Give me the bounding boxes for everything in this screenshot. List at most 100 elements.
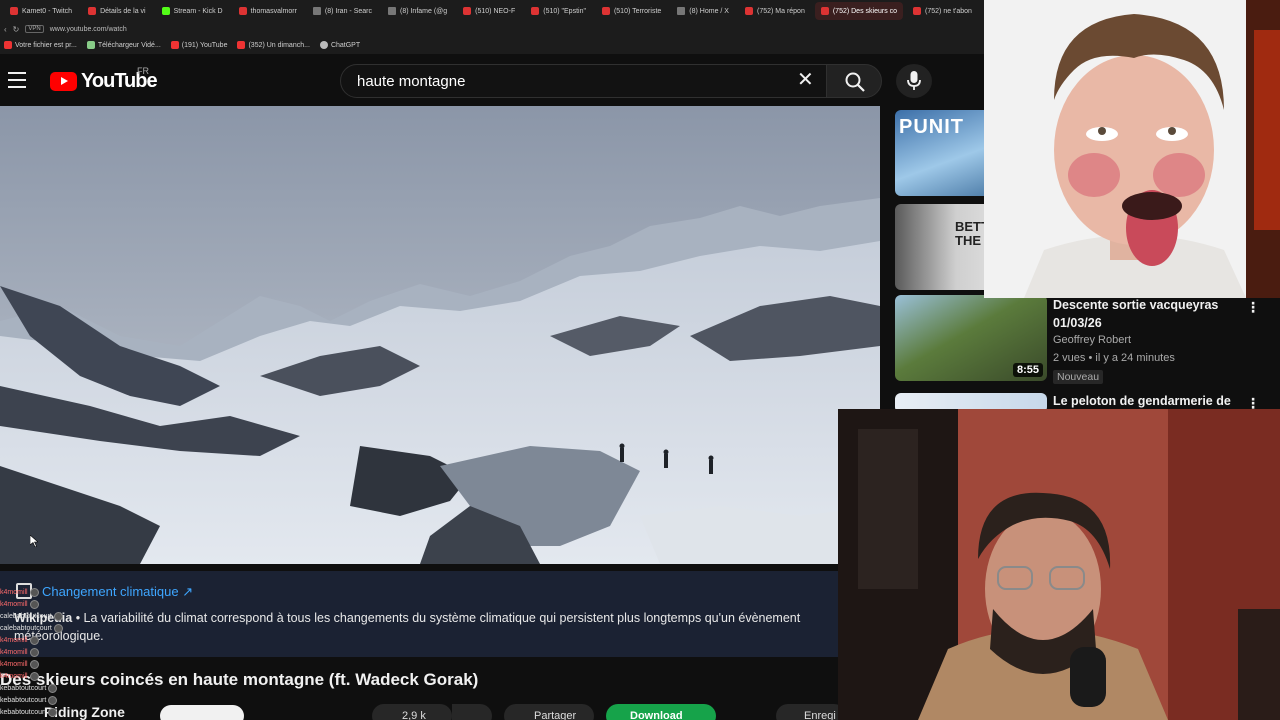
browser-tab[interactable]: (510) Terroriste	[596, 2, 667, 20]
country-code: FR	[137, 66, 149, 76]
chat-message: calebabtoutcourt	[0, 610, 72, 622]
browser-tab[interactable]: thomasvalmorr	[233, 2, 303, 20]
download-label: Download	[630, 710, 683, 720]
bookmark-label: (191) YouTube	[181, 41, 228, 49]
chat-message: kebabtoutcourt	[0, 706, 72, 718]
browser-address-bar[interactable]: ‹ ↻ VPN www.youtube.com/watch	[0, 22, 984, 36]
back-icon[interactable]: ‹	[4, 25, 7, 34]
search-icon	[845, 72, 865, 92]
browser-tab[interactable]: (8) Home / X	[671, 2, 735, 20]
video-duration: 8:55	[1012, 363, 1043, 377]
browser-tab-label: thomasvalmorr	[250, 7, 297, 15]
recommendation-channel[interactable]: Geoffrey Robert	[1053, 334, 1131, 346]
chat-username: k4momill	[0, 600, 28, 608]
chat-message: calebabtoutcourt	[0, 622, 72, 634]
clear-search-icon[interactable]: ✕	[797, 70, 814, 90]
avatar	[48, 695, 58, 705]
chat-username: calebabtoutcourt	[0, 612, 52, 620]
youtube-icon	[237, 41, 246, 49]
info-panel-body: • La variabilité du climat correspond à …	[14, 611, 801, 643]
browser-tab-label: Stream - Kick D	[173, 7, 223, 15]
bookmark-item[interactable]: Téléchargeur Vidé...	[86, 41, 161, 49]
browser-tab-label: (8) Iran - Searc	[324, 7, 372, 15]
browser-tab-label: (752) Ma répon	[756, 7, 805, 15]
browser-tab[interactable]: (752) Ma répon	[739, 2, 811, 20]
browser-tab[interactable]: (510) "Epstin"	[525, 2, 592, 20]
webcam-streamer	[838, 409, 1280, 720]
webcam-guest-frame	[984, 0, 1280, 298]
webcam-guest	[984, 0, 1280, 298]
youtube-icon	[913, 7, 922, 15]
search-button[interactable]	[826, 64, 882, 98]
twitch-icon	[10, 7, 18, 15]
chat-message: k4momill	[0, 646, 72, 658]
avatar	[48, 707, 58, 717]
new-badge: Nouveau	[1053, 370, 1104, 384]
recommendation-title[interactable]: Descente sortie vacqueyras 01/03/26	[1053, 296, 1253, 332]
bookmark-item[interactable]: Votre fichier est pr...	[4, 41, 77, 49]
file-icon	[4, 41, 12, 49]
chat-username: kebabtoutcourt	[0, 708, 47, 716]
chat-message: kebabtoutcourt	[0, 694, 72, 706]
browser-tab[interactable]: Stream - Kick D	[156, 2, 229, 20]
stream-chat-overlay: k4momill k4momill calebabtoutcourt calebabt…	[0, 586, 72, 720]
bookmark-label: (352) Un dimanch...	[248, 41, 310, 49]
video-player[interactable]	[0, 106, 880, 564]
browser-tab-label: (510) NEO-F	[475, 7, 516, 15]
vpn-badge[interactable]: VPN	[25, 25, 44, 33]
chat-message: k4momill	[0, 598, 72, 610]
browser-tab[interactable]: (510) NEO-F	[457, 2, 521, 20]
browser-tab-bar: Kamet0 - Twitch Détails de la vi Stream - …	[0, 0, 984, 22]
browser-tab[interactable]: Kamet0 - Twitch	[4, 2, 78, 20]
chat-username: kebabtoutcourt	[0, 684, 47, 692]
avatar	[29, 587, 39, 597]
share-label: Partager	[534, 710, 577, 720]
menu-icon[interactable]	[8, 72, 26, 88]
search-input[interactable]: haute montagne	[340, 64, 833, 98]
avatar	[53, 611, 63, 621]
browser-tab-label: (510) "Epstin"	[543, 7, 586, 15]
bookmark-item[interactable]: (191) YouTube	[170, 41, 228, 49]
download-icon	[86, 41, 95, 49]
url-text[interactable]: www.youtube.com/watch	[50, 26, 127, 33]
bookmark-item[interactable]: ChatGPT	[319, 41, 360, 49]
recommendation-title[interactable]: Le peloton de gendarmerie de	[1053, 392, 1253, 410]
chat-message: kebabtoutcourt	[0, 682, 72, 694]
avatar	[29, 635, 39, 645]
bookmark-label: Votre fichier est pr...	[15, 41, 77, 49]
browser-tab[interactable]: (8) Iran - Searc	[307, 2, 378, 20]
recommendation-thumbnail[interactable]: 8:55	[895, 295, 1047, 381]
bookmark-item[interactable]: (352) Un dimanch...	[237, 41, 310, 49]
subscribe-button[interactable]	[160, 705, 244, 720]
chat-username: k4momill	[0, 636, 28, 644]
chat-username: k4momill	[0, 588, 28, 596]
mouse-cursor-icon	[30, 535, 38, 547]
browser-tab-label: (752) ne t'abon	[925, 7, 972, 15]
more-options-icon[interactable]: ⋮	[1246, 300, 1260, 314]
youtube-icon	[531, 7, 540, 15]
youtube-icon	[744, 7, 753, 15]
chat-username: k4momill	[0, 672, 28, 680]
browser-tab[interactable]: Détails de la vi	[82, 2, 152, 20]
x-icon	[387, 7, 396, 15]
save-button[interactable]: Enregi	[776, 704, 846, 720]
more-options-icon[interactable]: ⋮	[1246, 396, 1260, 410]
tiktok-icon	[238, 7, 247, 15]
browser-tab-label: (8) Home / X	[689, 7, 729, 15]
voice-search-button[interactable]	[896, 64, 932, 98]
info-panel: Changement climatique ↗ Wikipedia • La v…	[0, 571, 838, 657]
browser-tab[interactable]: (752) Des skieurs co	[814, 2, 904, 20]
kick-icon	[161, 7, 170, 15]
share-button[interactable]: Partager	[504, 704, 594, 720]
chatgpt-icon	[319, 41, 328, 49]
browser-tab[interactable]: (752) ne t'abon	[907, 2, 978, 20]
dislike-button[interactable]	[452, 704, 492, 720]
avatar	[53, 623, 63, 633]
like-button[interactable]: 2,9 k	[372, 704, 452, 720]
chat-message: k4momill	[0, 634, 72, 646]
youtube-icon	[820, 7, 829, 15]
reload-icon[interactable]: ↻	[13, 25, 20, 34]
download-button[interactable]: Download	[606, 704, 716, 720]
browser-tab[interactable]: (8) Infame (@g	[382, 2, 453, 20]
save-label: Enregi	[804, 710, 836, 720]
